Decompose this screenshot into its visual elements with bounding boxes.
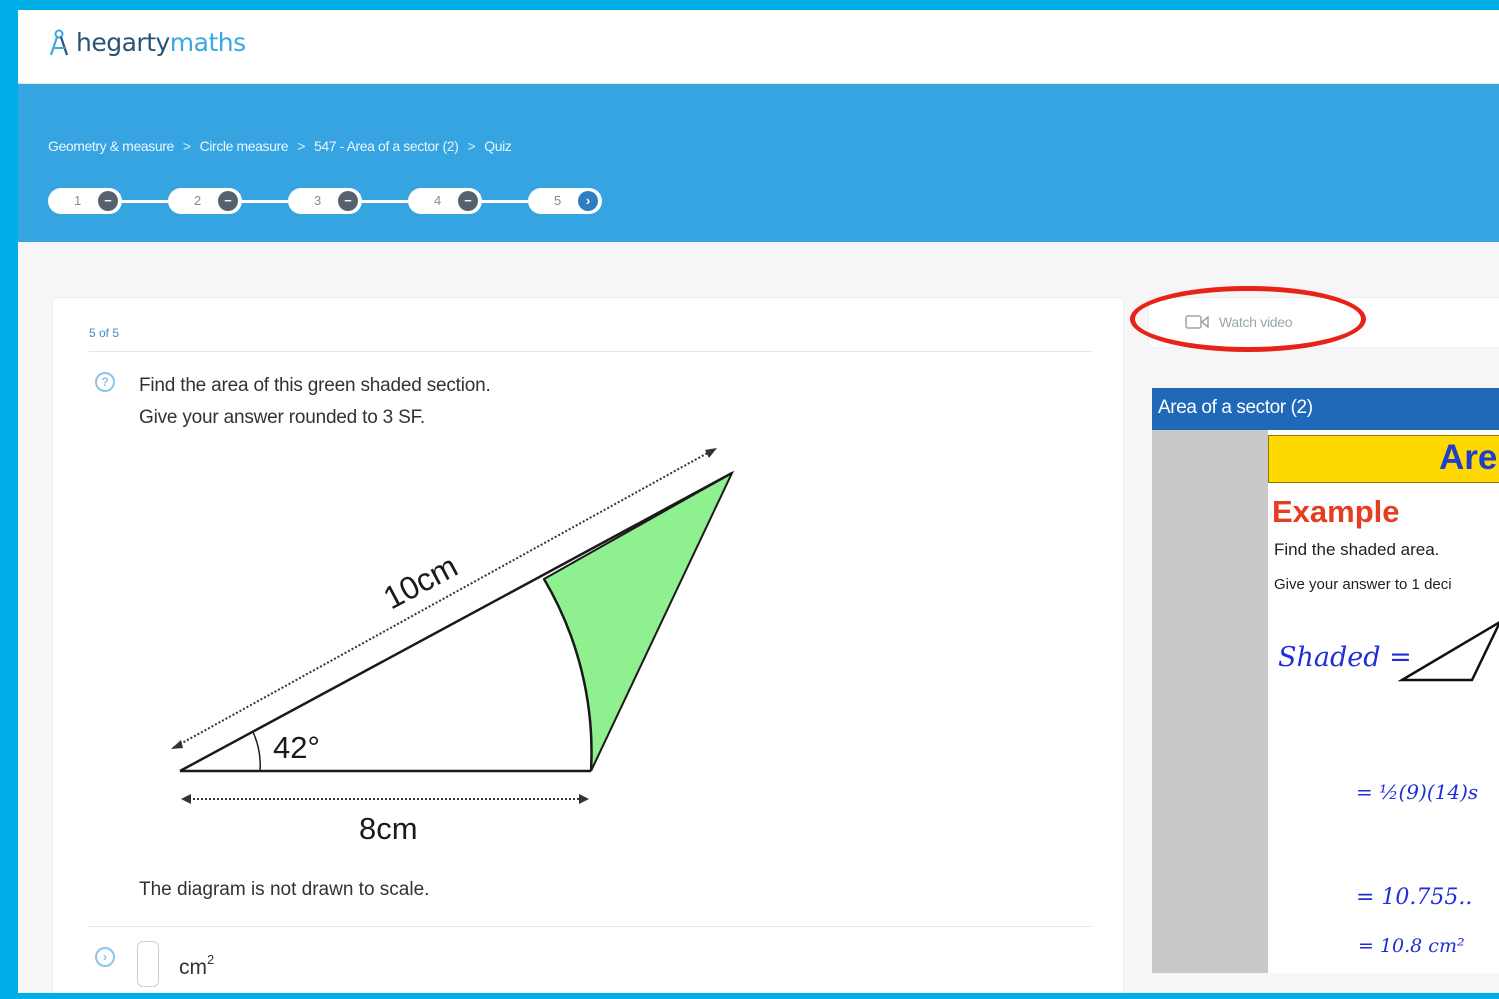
breadcrumb-item[interactable]: Circle measure xyxy=(200,138,289,154)
label-angle: 42° xyxy=(273,730,320,765)
logo-text-part1: hegarty xyxy=(76,28,170,57)
arrow-head xyxy=(579,794,589,804)
slide-line-2: Give your answer to 1 deci xyxy=(1274,576,1452,593)
slide-line-1: Find the shaded area. xyxy=(1274,540,1440,559)
label-base: 8cm xyxy=(359,811,418,846)
step-number: 2 xyxy=(194,193,202,208)
step-number: 5 xyxy=(554,193,562,208)
video-player[interactable]: Area of a sector (2) Are Example Find th… xyxy=(1152,388,1499,973)
chevron-right-icon: › xyxy=(578,191,598,211)
answer-input[interactable] xyxy=(137,941,159,987)
step-connector xyxy=(242,199,288,203)
slide-title-band: Are xyxy=(1268,435,1499,483)
red-highlight-ellipse xyxy=(1130,286,1366,352)
slide-triangle-sketch xyxy=(1397,621,1499,682)
answer-unit: cm2 xyxy=(179,952,215,979)
label-hypotenuse: 10cm xyxy=(377,548,463,617)
shaded-region xyxy=(542,470,735,772)
minus-icon: − xyxy=(218,191,238,211)
arrow-right-icon: › xyxy=(95,947,115,967)
breadcrumb-separator: > xyxy=(182,138,191,154)
step-number: 4 xyxy=(434,193,442,208)
arrow-head xyxy=(181,794,191,804)
breadcrumb-item[interactable]: Geometry & measure xyxy=(48,138,174,154)
step-pill-2[interactable]: 2 − xyxy=(168,188,242,214)
compass-icon xyxy=(49,29,69,55)
breadcrumb-item: Quiz xyxy=(484,138,512,154)
step-pill-4[interactable]: 4 − xyxy=(408,188,482,214)
top-bar: hegarty maths xyxy=(18,10,1499,84)
video-title: Area of a sector (2) xyxy=(1152,388,1499,430)
breadcrumb-separator: > xyxy=(467,138,476,154)
diagram-note: The diagram is not drawn to scale. xyxy=(139,879,430,900)
step-pill-3[interactable]: 3 − xyxy=(288,188,362,214)
step-pill-1[interactable]: 1 − xyxy=(48,188,122,214)
header-banner: Geometry & measure > Circle measure > 54… xyxy=(18,84,1499,242)
arrow-head xyxy=(171,740,183,749)
breadcrumb-separator: > xyxy=(297,138,305,154)
minus-icon: − xyxy=(338,191,358,211)
minus-icon: − xyxy=(98,191,118,211)
handwriting-line: = 10.8 cm² xyxy=(1358,935,1465,957)
handwriting-line: Shaded = xyxy=(1278,642,1412,673)
step-connector xyxy=(482,199,528,203)
slide-heading: Are xyxy=(1439,438,1498,477)
step-connector xyxy=(362,199,408,203)
step-connector xyxy=(122,199,168,203)
arrow-head xyxy=(705,448,717,458)
logo[interactable]: hegarty maths xyxy=(48,28,246,57)
step-number: 1 xyxy=(74,193,82,208)
breadcrumb-item[interactable]: 547 - Area of a sector (2) xyxy=(314,138,459,154)
handwriting-line: = 10.755.. xyxy=(1356,885,1473,910)
breadcrumb: Geometry & measure > Circle measure > 54… xyxy=(48,138,512,154)
video-slide: Are Example Find the shaded area. Give y… xyxy=(1268,430,1499,973)
step-pill-5[interactable]: 5 › xyxy=(528,188,602,214)
sector-diagram: 10cm 42° 8cm xyxy=(171,448,735,846)
angle-arc xyxy=(252,731,261,772)
app-window: hegarty maths Geometry & measure > Circle… xyxy=(18,10,1499,993)
logo-text-part2: maths xyxy=(169,28,246,57)
question-stepper: 1 − 2 − 3 − 4 − 5 › xyxy=(48,188,602,214)
handwriting-line: = ½(9)(14)s xyxy=(1356,780,1479,804)
divider xyxy=(89,926,1091,927)
step-number: 3 xyxy=(314,193,322,208)
slide-example-heading: Example xyxy=(1272,494,1400,529)
question-card: 5 of 5 ? Find the area of this green sha… xyxy=(52,297,1124,993)
minus-icon: − xyxy=(458,191,478,211)
